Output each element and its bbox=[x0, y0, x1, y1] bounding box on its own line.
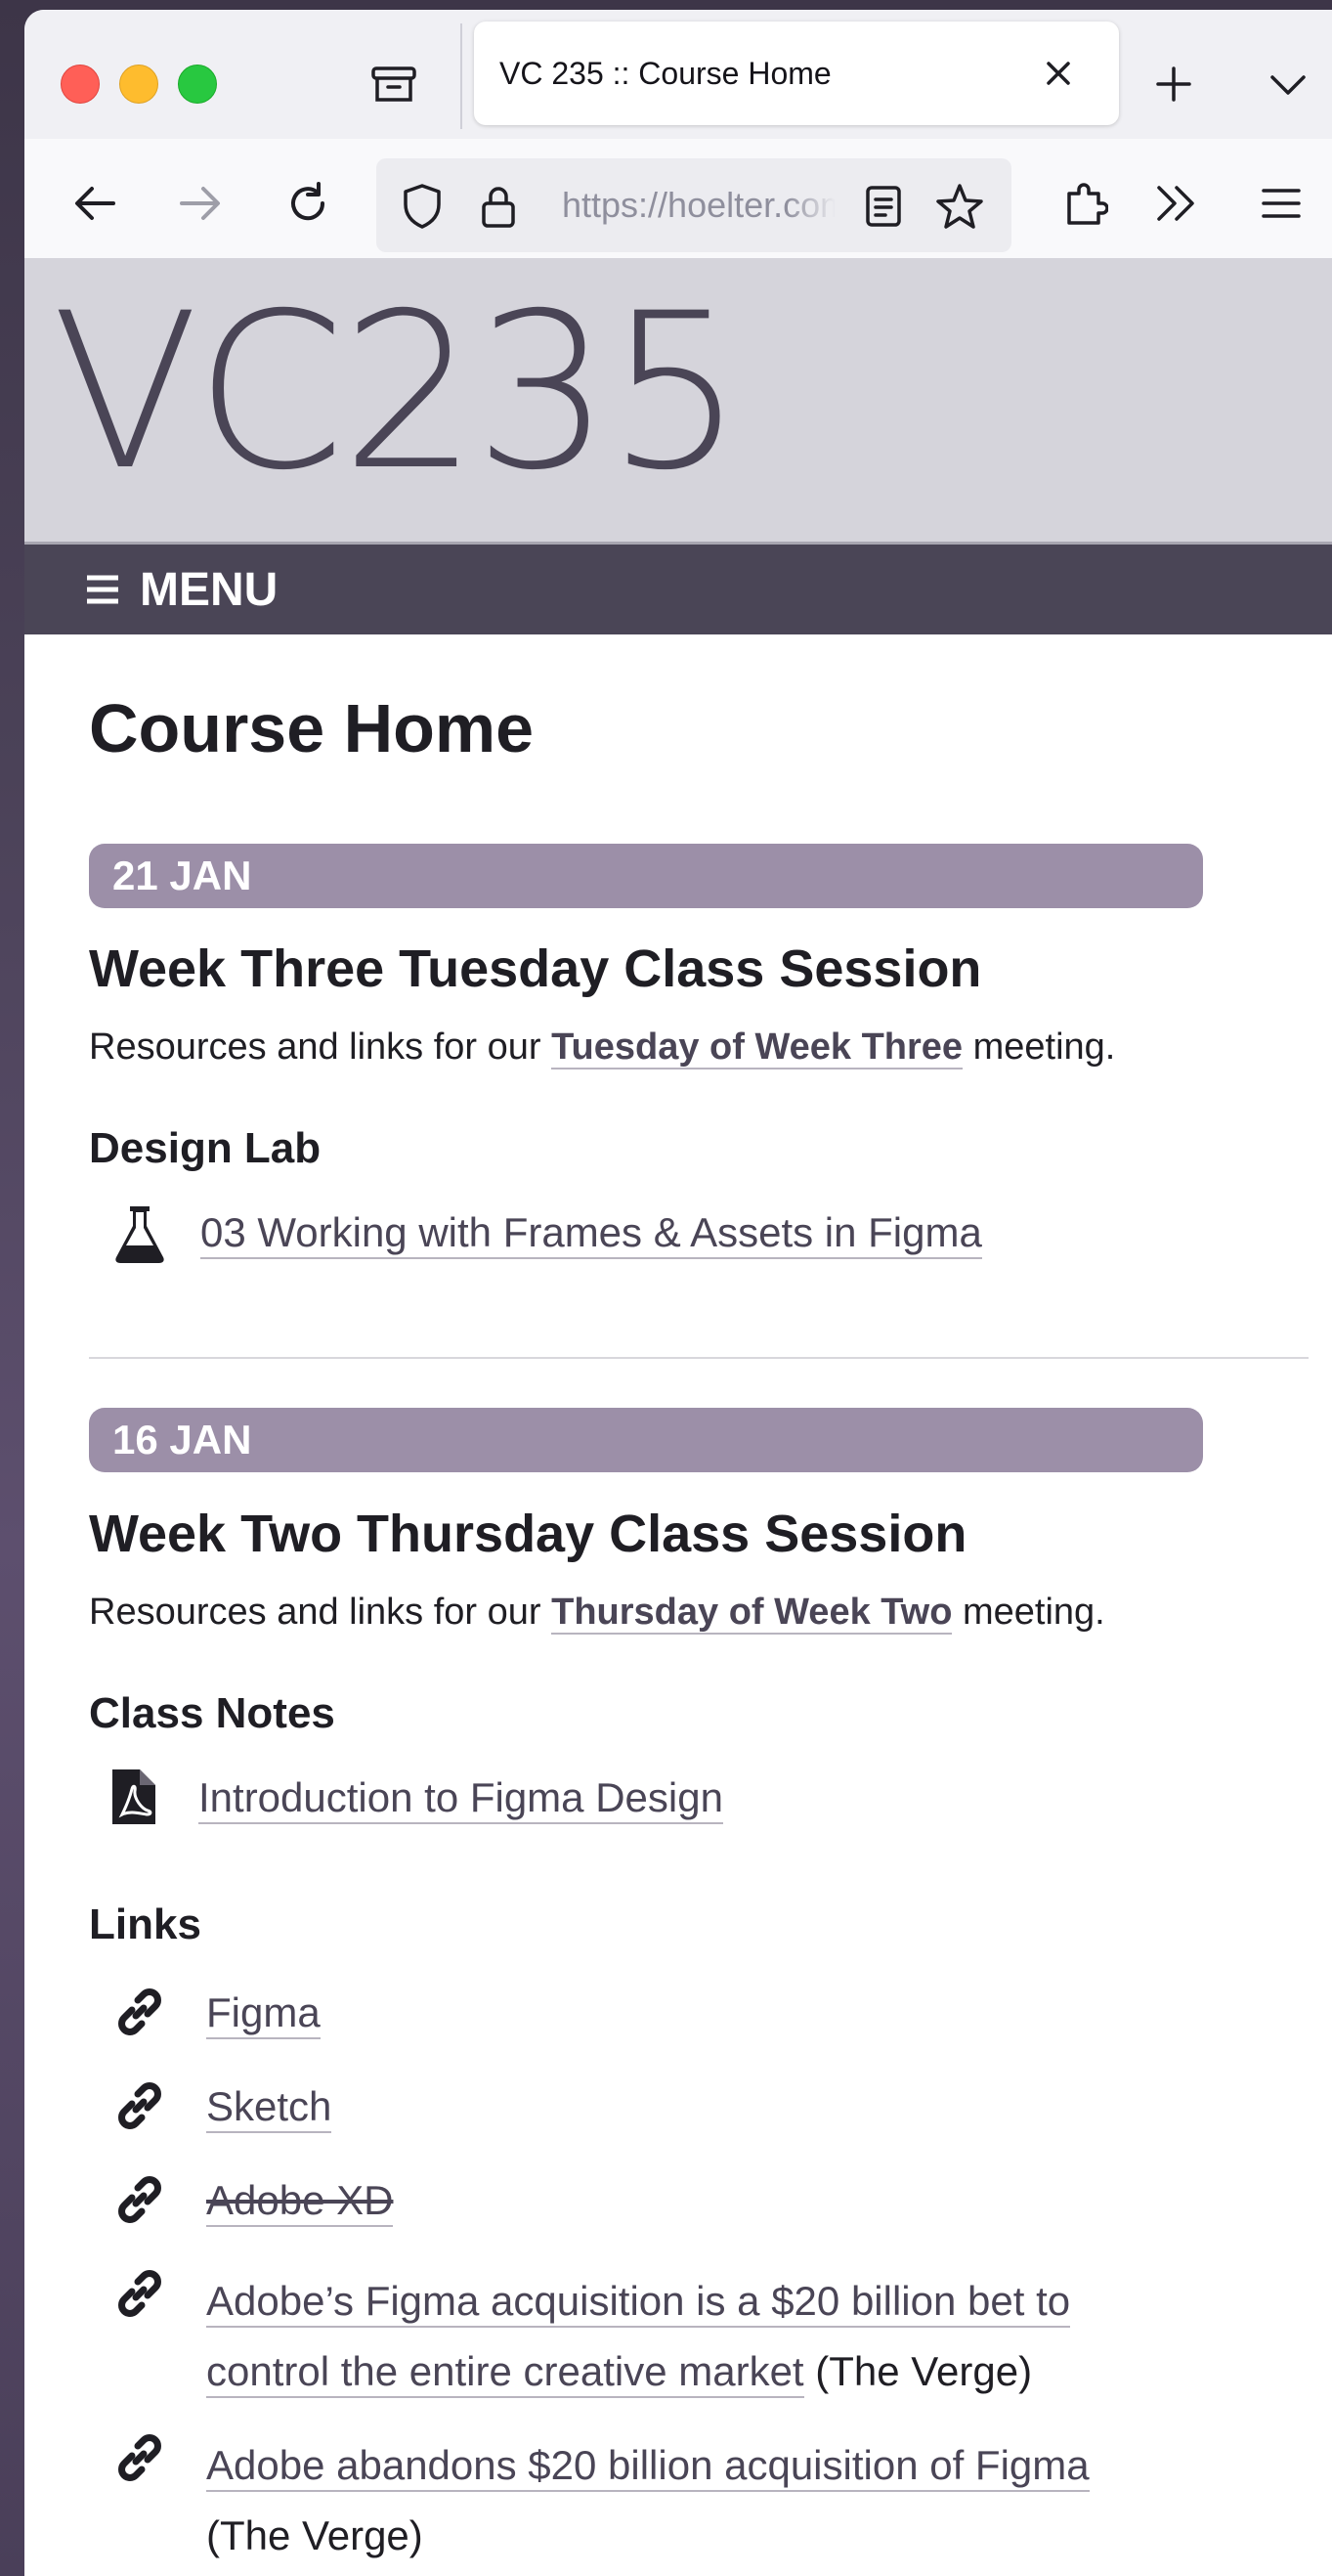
extensions-puzzle-icon[interactable] bbox=[1056, 174, 1115, 233]
tab-strip: VC 235 :: Course Home bbox=[24, 10, 1332, 139]
session-title: Week Three Tuesday Class Session bbox=[89, 939, 982, 998]
address-bar[interactable]: https://hoelter.com/vc235/ bbox=[376, 158, 1011, 252]
link-source: (The Verge) bbox=[815, 2348, 1033, 2394]
shield-icon[interactable] bbox=[396, 180, 449, 233]
tab-overview-icon[interactable] bbox=[366, 57, 421, 111]
desc-prefix: Resources and links for our bbox=[89, 1026, 552, 1068]
bookmark-star-icon[interactable] bbox=[931, 178, 988, 235]
resource-link-text[interactable]: Figma bbox=[206, 1989, 321, 2039]
resource-link[interactable]: Adobe XD bbox=[206, 2172, 394, 2229]
session-title: Week Two Thursday Class Session bbox=[89, 1505, 967, 1563]
desc-prefix: Resources and links for our bbox=[89, 1592, 552, 1633]
browser-window: VC 235 :: Course Home https://hoelter.co… bbox=[24, 10, 1332, 2576]
date-badge: 21 JAN bbox=[89, 844, 1203, 908]
site-logo[interactable]: VC235 bbox=[52, 280, 744, 504]
resource-link[interactable]: 03 Working with Frames & Assets in Figma bbox=[200, 1204, 982, 1261]
more-tools-chevrons-icon[interactable] bbox=[1146, 176, 1205, 231]
minimize-window-button[interactable] bbox=[119, 65, 158, 104]
resource-link-text[interactable]: 03 Working with Frames & Assets in Figma bbox=[200, 1209, 982, 1259]
session-link[interactable]: Thursday of Week Two bbox=[551, 1592, 953, 1635]
desc-suffix: meeting. bbox=[963, 1026, 1116, 1068]
section-heading: Class Notes bbox=[89, 1689, 335, 1737]
resource-link[interactable]: Sketch bbox=[206, 2078, 332, 2135]
section-heading: Links bbox=[89, 1900, 201, 1948]
navigation-toolbar: https://hoelter.com/vc235/ bbox=[24, 139, 1332, 259]
reload-icon[interactable] bbox=[279, 174, 337, 233]
session-link[interactable]: Tuesday of Week Three bbox=[551, 1026, 964, 1070]
back-arrow-icon[interactable] bbox=[67, 176, 122, 231]
date-badge: 16 JAN bbox=[89, 1408, 1203, 1472]
session-description: Resources and links for our Tuesday of W… bbox=[89, 1026, 1116, 1070]
link-icon bbox=[110, 1983, 169, 2046]
reader-view-icon[interactable] bbox=[859, 182, 908, 231]
resource-link-text[interactable]: control the entire creative market bbox=[206, 2348, 804, 2398]
desc-suffix: meeting. bbox=[952, 1592, 1105, 1633]
link-icon bbox=[110, 2428, 169, 2492]
app-menu-hamburger-icon[interactable] bbox=[1254, 178, 1309, 229]
lock-icon[interactable] bbox=[474, 180, 523, 233]
tab-title: VC 235 :: Course Home bbox=[499, 56, 832, 91]
link-icon bbox=[110, 2264, 169, 2328]
new-tab-icon[interactable] bbox=[1148, 59, 1199, 109]
menu-button[interactable]: MENU bbox=[85, 545, 278, 634]
list-tabs-chevron-down-icon[interactable] bbox=[1264, 61, 1312, 109]
site-menu-bar: MENU bbox=[24, 545, 1332, 634]
flask-icon bbox=[112, 1202, 167, 1270]
session-description: Resources and links for our Thursday of … bbox=[89, 1592, 1105, 1635]
menu-hamburger-icon bbox=[85, 563, 120, 617]
resource-link[interactable]: Introduction to Figma Design bbox=[198, 1769, 723, 1826]
resource-link-text[interactable]: Introduction to Figma Design bbox=[198, 1774, 723, 1824]
pdf-icon bbox=[110, 1768, 157, 1831]
resource-link[interactable]: Figma bbox=[206, 1985, 321, 2041]
resource-link-text[interactable]: Adobe abandons $20 billion acquisition o… bbox=[206, 2442, 1090, 2492]
tab-active[interactable]: VC 235 :: Course Home bbox=[474, 22, 1119, 125]
tab-separator bbox=[460, 23, 462, 129]
link-icon bbox=[110, 2170, 169, 2234]
zoom-window-button[interactable] bbox=[178, 65, 217, 104]
resource-link[interactable]: Adobe abandons $20 billion acquisition o… bbox=[206, 2430, 1090, 2571]
site-header: VC235 bbox=[24, 258, 1332, 545]
url-field[interactable]: https://hoelter.com/vc235/ bbox=[562, 158, 836, 252]
close-window-button[interactable] bbox=[61, 65, 100, 104]
forward-arrow-icon[interactable] bbox=[173, 176, 228, 231]
close-tab-icon[interactable] bbox=[1039, 54, 1078, 93]
resource-link-text-strikethrough[interactable]: Adobe XD bbox=[206, 2177, 394, 2227]
section-heading: Design Lab bbox=[89, 1124, 322, 1172]
link-icon bbox=[110, 2076, 169, 2140]
link-source: (The Verge) bbox=[206, 2512, 423, 2558]
resource-link[interactable]: Adobe’s Figma acquisition is a $20 billi… bbox=[206, 2266, 1071, 2407]
session-divider bbox=[89, 1357, 1309, 1359]
page-title: Course Home bbox=[89, 690, 535, 766]
resource-link-text[interactable]: Adobe’s Figma acquisition is a $20 billi… bbox=[206, 2278, 1071, 2328]
resource-link-text[interactable]: Sketch bbox=[206, 2083, 332, 2133]
menu-label: MENU bbox=[140, 563, 279, 616]
